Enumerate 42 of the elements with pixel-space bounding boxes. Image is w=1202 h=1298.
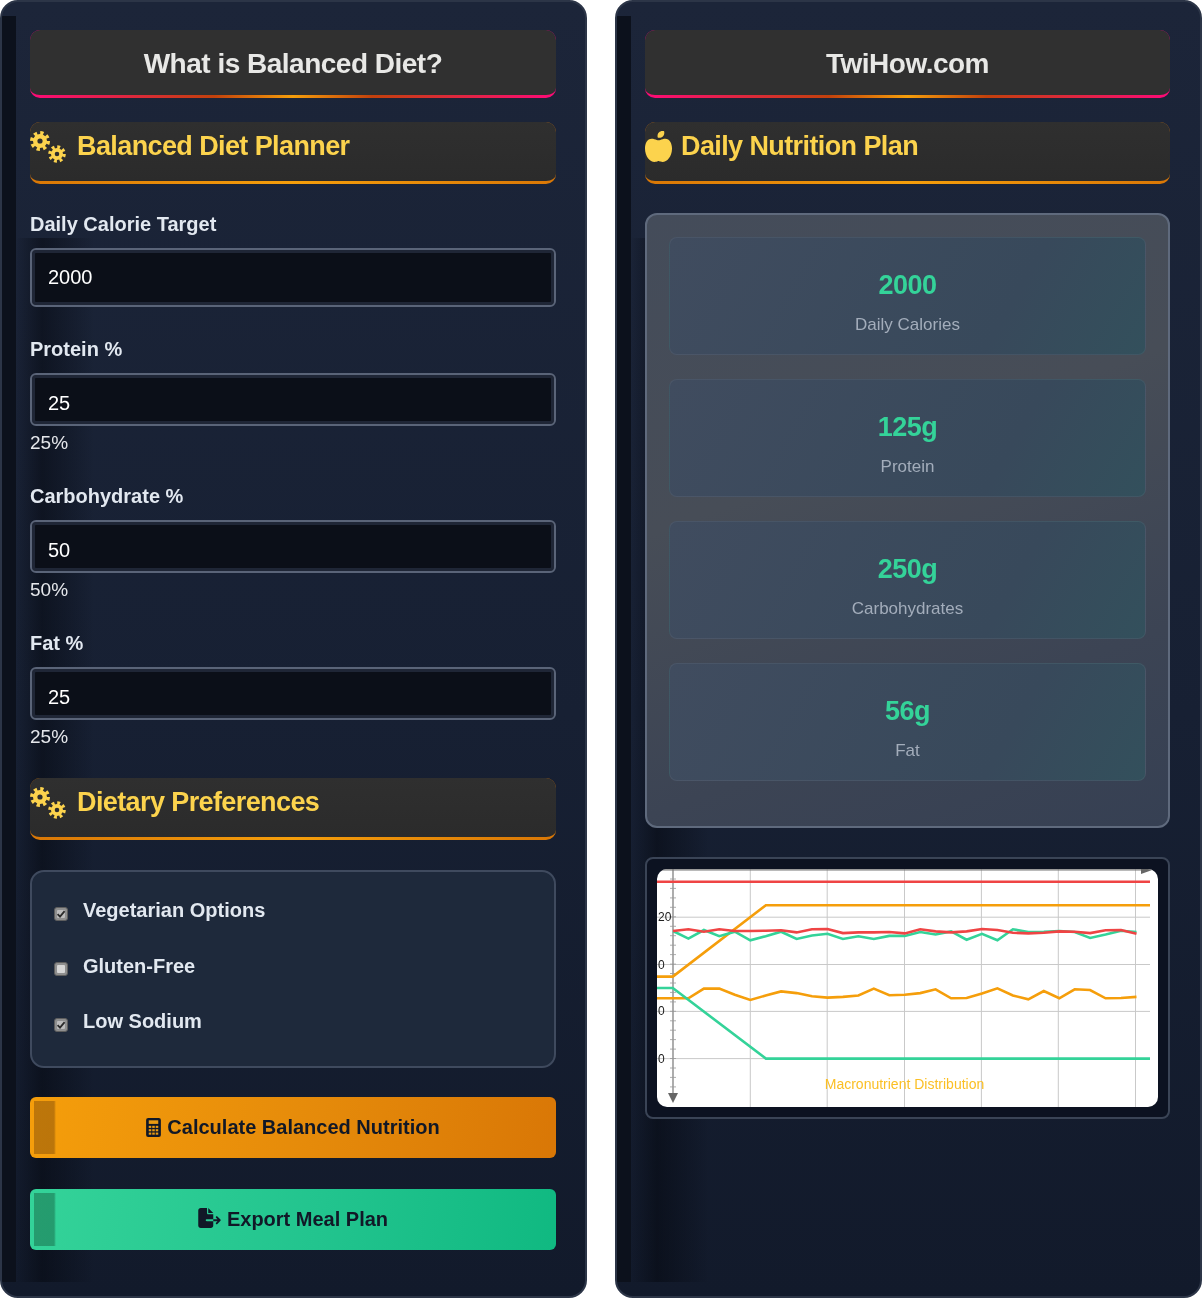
percent-input[interactable]: 50 bbox=[30, 520, 556, 573]
title-banner: TwiHow.com bbox=[645, 30, 1170, 98]
title-banner: What is Balanced Diet? bbox=[30, 30, 556, 98]
calorie-input[interactable]: 2000 bbox=[30, 248, 556, 307]
field-label: Daily Calorie Target bbox=[30, 212, 218, 236]
axis-tick-label: 20 bbox=[658, 910, 672, 925]
field-label: Fat % bbox=[30, 631, 85, 655]
export-button[interactable]: Export Meal Plan bbox=[30, 1189, 556, 1250]
stat-value: 2000 bbox=[878, 269, 937, 301]
checkbox-label[interactable]: Low Sodium bbox=[83, 1007, 202, 1035]
field-label: Protein % bbox=[30, 337, 124, 361]
apple-icon bbox=[645, 131, 672, 162]
calculate-button[interactable]: Calculate Balanced Nutrition bbox=[30, 1097, 556, 1158]
stat-label: Daily Calories bbox=[855, 314, 960, 336]
percent-reading: 50% bbox=[30, 579, 70, 601]
gears-icon bbox=[30, 131, 66, 163]
stat-value: 125g bbox=[877, 411, 938, 443]
section-title: Balanced Diet Planner bbox=[77, 130, 350, 162]
stat-label: Carbohydrates bbox=[851, 598, 964, 620]
chart-title: Macronutrient Distribution bbox=[824, 1076, 985, 1092]
field-label: Carbohydrate % bbox=[30, 484, 185, 508]
checkbox[interactable] bbox=[54, 962, 68, 976]
percent-reading: 25% bbox=[30, 432, 70, 454]
stat-value: 250g bbox=[877, 553, 938, 585]
axis-tick-label: 0 bbox=[658, 1051, 665, 1066]
checkbox-label[interactable]: Vegetarian Options bbox=[83, 896, 266, 924]
section-title: Dietary Preferences bbox=[77, 786, 320, 818]
stat-value: 56g bbox=[885, 695, 930, 727]
stat-label: Protein bbox=[880, 456, 935, 478]
axis-tick-label: 0 bbox=[658, 957, 665, 972]
checkbox[interactable] bbox=[54, 1017, 68, 1032]
axis-tick-label: 0 bbox=[658, 1004, 665, 1019]
percent-reading: 25% bbox=[30, 726, 70, 748]
checkbox[interactable] bbox=[54, 906, 68, 921]
checkbox-label[interactable]: Gluten-Free bbox=[83, 951, 196, 980]
percent-input[interactable]: 25 bbox=[30, 373, 556, 426]
section-title: Daily Nutrition Plan bbox=[681, 130, 919, 162]
stat-label: Fat bbox=[895, 740, 920, 762]
file-export-icon bbox=[197, 1208, 221, 1228]
percent-input[interactable]: 25 bbox=[30, 667, 556, 720]
calculator-icon bbox=[146, 1118, 162, 1137]
gears-icon bbox=[30, 787, 66, 819]
